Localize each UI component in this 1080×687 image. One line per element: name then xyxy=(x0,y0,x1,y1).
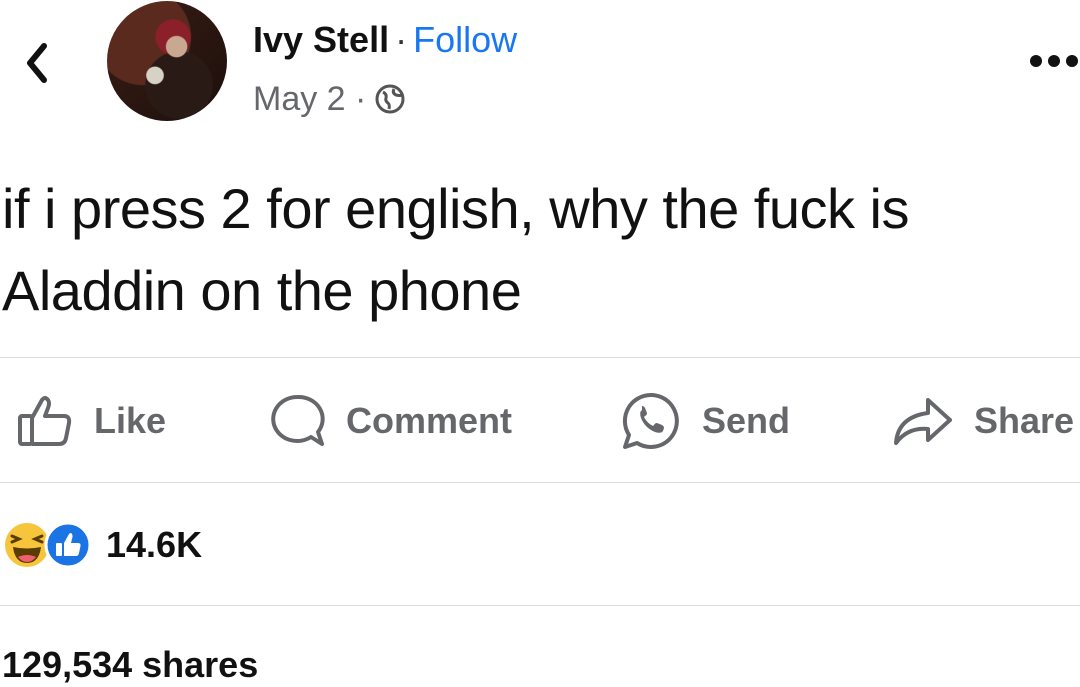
share-label: Share xyxy=(974,400,1075,441)
like-button[interactable]: Like xyxy=(16,394,166,448)
send-label: Send xyxy=(702,400,791,441)
post-meta: May 2 · xyxy=(253,78,406,120)
more-options-button[interactable] xyxy=(1028,46,1080,76)
chevron-left-icon xyxy=(27,43,47,83)
comment-button[interactable]: Comment xyxy=(268,394,512,448)
divider xyxy=(0,482,1080,483)
thumbs-up-icon xyxy=(18,396,72,446)
avatar[interactable] xyxy=(107,1,227,121)
like-reaction-icon xyxy=(44,521,92,569)
post-text: if i press 2 for english, why the fuck i… xyxy=(2,177,910,322)
comment-label: Comment xyxy=(346,400,513,441)
follow-button[interactable]: Follow xyxy=(413,19,517,60)
comment-icon xyxy=(271,394,325,446)
shares-count[interactable]: 129,534 shares xyxy=(2,644,258,686)
more-dots-icon xyxy=(1030,55,1078,67)
divider xyxy=(0,605,1080,606)
separator: · xyxy=(395,19,408,60)
author-line: Ivy Stell · Follow xyxy=(253,18,517,62)
reactions-count: 14.6K xyxy=(106,524,203,565)
back-button[interactable] xyxy=(14,38,64,88)
globe-icon xyxy=(375,84,405,114)
like-label: Like xyxy=(94,400,167,441)
send-button[interactable]: Send xyxy=(620,392,791,449)
post-date[interactable]: May 2 · xyxy=(253,78,366,120)
author-name[interactable]: Ivy Stell xyxy=(253,19,389,60)
divider xyxy=(0,357,1080,358)
share-icon xyxy=(894,398,952,445)
whatsapp-icon xyxy=(622,392,679,449)
reactions-summary[interactable]: 14.6K xyxy=(2,520,202,570)
share-button[interactable]: Share xyxy=(892,394,1074,448)
